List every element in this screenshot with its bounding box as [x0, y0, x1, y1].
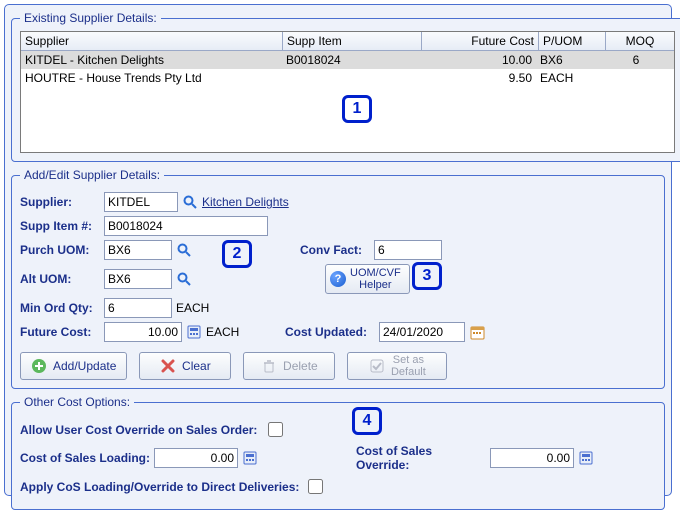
trash-icon: [261, 358, 277, 374]
alt-uom-label: Alt UOM:: [20, 272, 100, 286]
table-row[interactable]: HOUTRE - House Trends Pty Ltd 9.50 EACH: [21, 69, 674, 87]
conv-fact-label: Conv Fact:: [300, 243, 370, 257]
supplier-label: Supplier:: [20, 195, 100, 209]
edit-supplier-legend: Add/Edit Supplier Details:: [20, 168, 164, 182]
calculator-icon[interactable]: [242, 450, 258, 466]
override-label: Cost of Sales Override:: [356, 444, 486, 472]
col-p-uom[interactable]: P/UOM: [539, 32, 606, 50]
edit-supplier-fieldset: Add/Edit Supplier Details: Supplier: Kit…: [11, 168, 665, 389]
future-cost-unit: EACH: [206, 325, 252, 339]
col-future-cost[interactable]: Future Cost: [422, 32, 539, 50]
col-supp-item[interactable]: Supp Item: [283, 32, 422, 50]
lookup-icon[interactable]: [176, 271, 192, 287]
other-cost-options-fieldset: Other Cost Options: Allow User Cost Over…: [11, 395, 665, 510]
delete-button[interactable]: Delete: [243, 352, 335, 380]
check-icon: [369, 358, 385, 374]
allow-override-label: Allow User Cost Override on Sales Order:: [20, 423, 260, 437]
allow-override-checkbox[interactable]: [268, 422, 283, 437]
conv-fact-input[interactable]: [374, 240, 442, 260]
other-cost-legend: Other Cost Options:: [20, 395, 134, 409]
clear-button[interactable]: Clear: [139, 352, 231, 380]
calculator-icon[interactable]: [186, 324, 202, 340]
min-ord-qty-input[interactable]: [104, 298, 172, 318]
alt-uom-input[interactable]: [104, 269, 172, 289]
x-icon: [160, 358, 176, 374]
future-cost-input[interactable]: [104, 322, 182, 342]
col-supplier[interactable]: Supplier: [21, 32, 283, 50]
supp-item-label: Supp Item #:: [20, 219, 100, 233]
supplier-table: Supplier Supp Item Future Cost P/UOM MOQ…: [20, 31, 675, 153]
apply-direct-label: Apply CoS Loading/Override to Direct Del…: [20, 480, 300, 494]
lookup-icon[interactable]: [176, 242, 192, 258]
supplier-code-input[interactable]: [104, 192, 178, 212]
min-ord-qty-label: Min Ord Qty:: [20, 301, 100, 315]
plus-icon: [31, 358, 47, 374]
apply-direct-checkbox[interactable]: [308, 479, 323, 494]
existing-supplier-fieldset: Existing Supplier Details: Supplier Supp…: [11, 11, 680, 162]
purch-uom-input[interactable]: [104, 240, 172, 260]
loading-input[interactable]: [154, 448, 238, 468]
cost-updated-label: Cost Updated:: [285, 325, 375, 339]
help-icon: ?: [330, 271, 346, 287]
supplier-name-link[interactable]: Kitchen Delights: [202, 195, 289, 209]
existing-supplier-legend: Existing Supplier Details:: [20, 11, 161, 25]
override-input[interactable]: [490, 448, 574, 468]
future-cost-label: Future Cost:: [20, 325, 100, 339]
purch-uom-label: Purch UOM:: [20, 243, 100, 257]
col-moq[interactable]: MOQ: [606, 32, 674, 50]
calculator-icon[interactable]: [578, 450, 594, 466]
lookup-icon[interactable]: [182, 194, 198, 210]
supp-item-input[interactable]: [104, 216, 268, 236]
cost-updated-input[interactable]: [379, 322, 465, 342]
loading-label: Cost of Sales Loading:: [20, 451, 150, 465]
set-default-button[interactable]: Set as Default: [347, 352, 447, 380]
add-update-button[interactable]: Add/Update: [20, 352, 127, 380]
min-ord-qty-unit: EACH: [176, 301, 222, 315]
uom-helper-button[interactable]: ? UOM/CVF Helper: [325, 264, 410, 294]
calendar-icon[interactable]: [469, 324, 485, 340]
table-row[interactable]: KITDEL - Kitchen Delights B0018024 10.00…: [21, 51, 674, 69]
